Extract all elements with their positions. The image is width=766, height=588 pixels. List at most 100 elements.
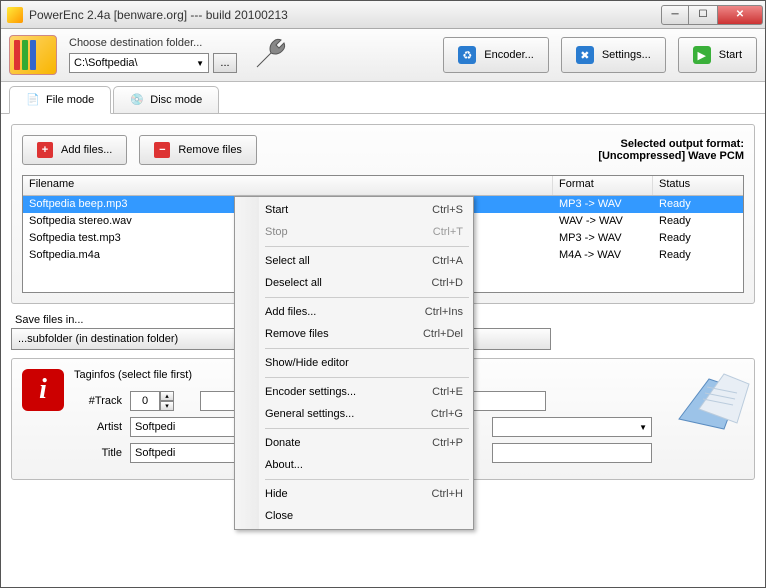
menu-item[interactable]: Show/Hide editor: [237, 352, 471, 374]
menu-item-label: About...: [265, 459, 303, 471]
col-filename[interactable]: Filename: [23, 176, 553, 195]
col-format[interactable]: Format: [553, 176, 653, 195]
add-files-button[interactable]: + Add files...: [22, 135, 127, 165]
cell-status: Ready: [653, 230, 743, 247]
menu-item-label: Start: [265, 204, 288, 216]
recycle-icon: ♻: [458, 46, 476, 64]
output-line1: Selected output format:: [598, 138, 744, 150]
menu-item-label: Select all: [265, 255, 310, 267]
menu-item-label: Show/Hide editor: [265, 357, 349, 369]
menu-item[interactable]: Close: [237, 505, 471, 527]
menu-item-shortcut: Ctrl+D: [432, 277, 463, 289]
menu-item: Stop Ctrl+T: [237, 221, 471, 243]
menu-item-shortcut: Ctrl+S: [432, 204, 463, 216]
menu-item[interactable]: Donate Ctrl+P: [237, 432, 471, 454]
settings-label: Settings...: [602, 49, 651, 61]
toolbar: Choose destination folder... C:\Softpedi…: [1, 29, 765, 82]
wrench-icon: [249, 35, 293, 75]
chevron-down-icon: ▼: [639, 423, 647, 432]
menu-item[interactable]: Remove files Ctrl+Del: [237, 323, 471, 345]
track-input[interactable]: [130, 391, 160, 411]
track-spinner[interactable]: ▴ ▾: [130, 391, 174, 411]
menu-item-shortcut: Ctrl+P: [432, 437, 463, 449]
destination-label: Choose destination folder...: [69, 37, 237, 49]
menu-item[interactable]: Deselect all Ctrl+D: [237, 272, 471, 294]
destination-value: C:\Softpedia\: [74, 57, 138, 69]
destination-combo[interactable]: C:\Softpedia\ ▼: [69, 53, 209, 73]
context-menu[interactable]: StartCtrl+SStopCtrl+TSelect allCtrl+ADes…: [234, 196, 474, 530]
folder-icon: [9, 35, 57, 75]
menu-item-shortcut: Ctrl+H: [432, 488, 463, 500]
menu-item-label: Encoder settings...: [265, 386, 356, 398]
browse-button[interactable]: ...: [213, 53, 237, 73]
documents-icon: [669, 359, 753, 437]
menu-item-label: Add files...: [265, 306, 316, 318]
window-title: PowerEnc 2.4a [benware.org] --- build 20…: [29, 8, 662, 22]
menu-item-label: General settings...: [265, 408, 354, 420]
remove-files-button[interactable]: − Remove files: [139, 135, 257, 165]
start-label: Start: [719, 49, 742, 61]
remove-files-label: Remove files: [178, 144, 242, 156]
extra-combo[interactable]: ▼: [492, 417, 652, 437]
titlebar[interactable]: PowerEnc 2.4a [benware.org] --- build 20…: [1, 1, 765, 29]
cell-format: WAV -> WAV: [553, 213, 653, 230]
tools-icon: ✖: [576, 46, 594, 64]
output-format-info: Selected output format: [Uncompressed] W…: [598, 138, 744, 162]
plus-icon: +: [37, 142, 53, 158]
tab-disc-label: Disc mode: [150, 94, 202, 106]
close-button[interactable]: ✕: [717, 5, 763, 25]
menu-item-shortcut: Ctrl+Ins: [425, 306, 463, 318]
menu-item[interactable]: Encoder settings... Ctrl+E: [237, 381, 471, 403]
minus-icon: −: [154, 142, 170, 158]
spin-down[interactable]: ▾: [160, 401, 174, 411]
menu-item-label: Donate: [265, 437, 300, 449]
menu-item[interactable]: General settings... Ctrl+G: [237, 403, 471, 425]
tab-disc-mode[interactable]: 💿 Disc mode: [113, 86, 219, 113]
menu-item-label: Close: [265, 510, 293, 522]
app-icon: [7, 7, 23, 23]
spin-up[interactable]: ▴: [160, 391, 174, 401]
maximize-button[interactable]: ☐: [688, 5, 718, 25]
output-line2: [Uncompressed] Wave PCM: [598, 150, 744, 162]
menu-item-shortcut: Ctrl+E: [432, 386, 463, 398]
cell-format: MP3 -> WAV: [553, 196, 653, 213]
start-button[interactable]: ▶ Start: [678, 37, 757, 73]
menu-separator: [265, 348, 469, 349]
menu-item-label: Hide: [265, 488, 288, 500]
encoder-button[interactable]: ♻ Encoder...: [443, 37, 549, 73]
cell-status: Ready: [653, 213, 743, 230]
menu-item-shortcut: Ctrl+Del: [423, 328, 463, 340]
menu-item[interactable]: Start Ctrl+S: [237, 199, 471, 221]
cell-status: Ready: [653, 247, 743, 264]
menu-item[interactable]: Add files... Ctrl+Ins: [237, 301, 471, 323]
col-status[interactable]: Status: [653, 176, 743, 195]
minimize-button[interactable]: ─: [661, 5, 689, 25]
add-files-label: Add files...: [61, 144, 112, 156]
menu-item-shortcut: Ctrl+T: [433, 226, 463, 238]
chevron-down-icon: ▼: [196, 59, 204, 68]
play-icon: ▶: [693, 46, 711, 64]
menu-item[interactable]: Select allCtrl+A: [237, 250, 471, 272]
menu-item-label: Deselect all: [265, 277, 322, 289]
menu-item-shortcut: Ctrl+G: [431, 408, 463, 420]
disc-icon: 💿: [130, 93, 144, 107]
menu-separator: [265, 246, 469, 247]
destination-group: Choose destination folder... C:\Softpedi…: [69, 37, 237, 73]
info-icon: i: [22, 369, 64, 411]
menu-separator: [265, 428, 469, 429]
menu-item[interactable]: About...: [237, 454, 471, 476]
menu-item-label: Remove files: [265, 328, 329, 340]
window-buttons: ─ ☐ ✕: [662, 5, 763, 25]
tab-file-mode[interactable]: 📄 File mode: [9, 86, 111, 114]
cell-format: MP3 -> WAV: [553, 230, 653, 247]
menu-separator: [265, 479, 469, 480]
encoder-label: Encoder...: [484, 49, 534, 61]
title-label: Title: [74, 447, 124, 459]
menu-item[interactable]: Hide Ctrl+H: [237, 483, 471, 505]
extra-field-5[interactable]: [492, 443, 652, 463]
menu-item-label: Stop: [265, 226, 288, 238]
menu-separator: [265, 297, 469, 298]
list-header: Filename Format Status: [23, 176, 743, 196]
settings-button[interactable]: ✖ Settings...: [561, 37, 666, 73]
cell-format: M4A -> WAV: [553, 247, 653, 264]
